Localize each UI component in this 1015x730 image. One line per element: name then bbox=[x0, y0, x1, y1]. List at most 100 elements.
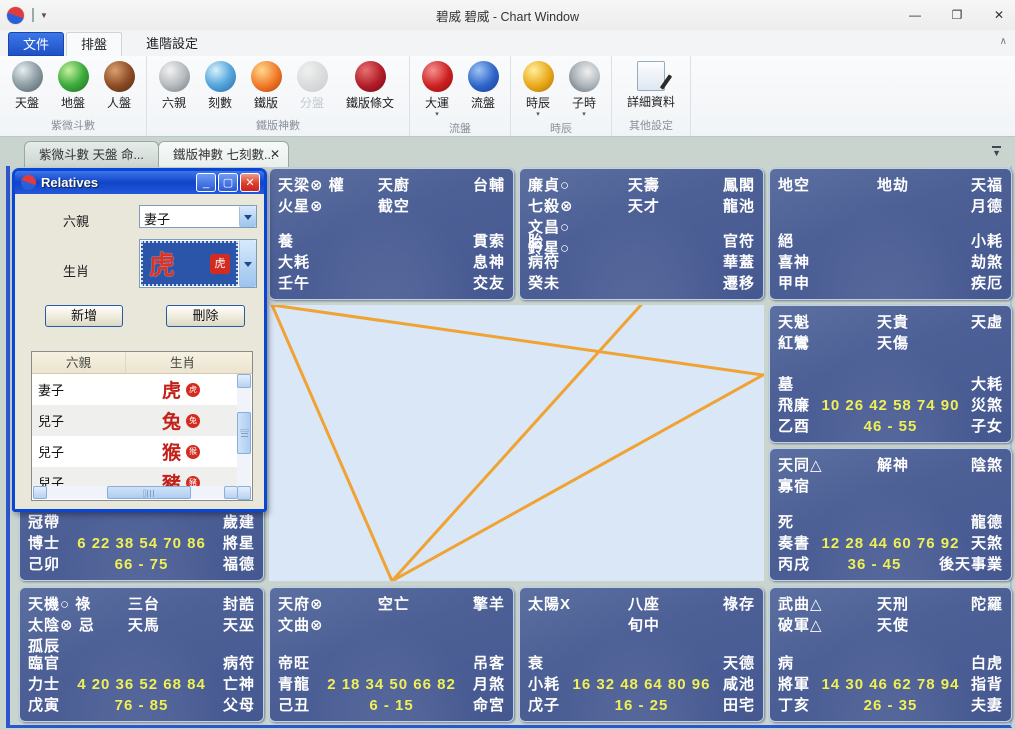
star-name: 地空 bbox=[778, 175, 877, 196]
foot-right-text: 咸池 bbox=[723, 674, 755, 695]
star-name: 龍池 bbox=[691, 196, 755, 217]
tab-paipan[interactable]: 排盤 bbox=[66, 32, 122, 56]
tab-list-dropdown-icon[interactable]: ▼ bbox=[992, 146, 1001, 157]
aspect-lines bbox=[269, 305, 764, 581]
ribbon-collapse-icon[interactable]: ∧ bbox=[1000, 36, 1007, 47]
palace-cell-wuyin[interactable]: 天機○ 祿太陰⊗ 忌孤辰三台天馬封誥天巫臨官病符力士4 20 36 52 68 … bbox=[19, 587, 264, 722]
shengxiao-combo-arrow-icon[interactable] bbox=[239, 240, 256, 287]
tianpan-button[interactable]: 天盤 bbox=[4, 58, 50, 115]
table-row[interactable]: 兒子 豬豬 bbox=[32, 467, 239, 487]
star-name: 天機○ 祿 bbox=[28, 594, 128, 615]
star-name: 截空 bbox=[378, 196, 442, 217]
palace-cell-jichou[interactable]: 天府⊗文曲⊗空亡擎羊帝旺吊客青龍2 18 34 50 66 82月煞己丑6 - … bbox=[269, 587, 514, 722]
shichen-sphere-icon bbox=[523, 61, 554, 92]
shichen-button[interactable]: 時辰 ▾ bbox=[515, 58, 561, 118]
doc-tab-ziwei[interactable]: 紫微斗數 天盤 命... bbox=[24, 141, 159, 167]
star-name: 三台 bbox=[128, 594, 192, 615]
group-other: 詳細資料 其他設定 bbox=[612, 56, 691, 136]
close-button[interactable]: ✕ bbox=[989, 8, 1009, 22]
foot-left-text: 博士 bbox=[28, 533, 60, 554]
star-name: 天貴 bbox=[877, 312, 940, 333]
window-title: 碧威 碧威 - Chart Window bbox=[0, 6, 1015, 25]
dayun-dropdown-icon[interactable]: ▾ bbox=[435, 111, 439, 118]
shengxiao-combobox[interactable]: 虎 虎 bbox=[139, 239, 257, 288]
tieban-button[interactable]: 鐵版 bbox=[243, 58, 289, 115]
zodiac-image: 猴 bbox=[162, 438, 181, 465]
horizontal-scroll-thumb[interactable] bbox=[107, 486, 191, 499]
foot-right-text: 天德 bbox=[723, 653, 755, 674]
keshu-button[interactable]: 刻數 bbox=[197, 58, 243, 115]
dayun-sphere-icon bbox=[422, 61, 453, 92]
foot-left-text: 己丑 bbox=[278, 695, 310, 716]
foot-left-text: 乙酉 bbox=[778, 416, 810, 437]
foot-left-text: 大耗 bbox=[278, 252, 310, 273]
palace-cell-yiyou[interactable]: 天魁紅鸞天貴天傷天虛墓大耗飛廉10 26 42 58 74 90災煞乙酉46 -… bbox=[769, 305, 1012, 443]
dialog-minimize-button[interactable]: _ bbox=[196, 173, 216, 192]
tieban-tiaowen-sphere-icon bbox=[355, 61, 386, 92]
doc-tab-close-icon[interactable]: ✕ bbox=[270, 147, 280, 161]
liupan-button[interactable]: 流盤 bbox=[460, 58, 506, 118]
age-numbers bbox=[310, 273, 473, 294]
shichen-dropdown-icon[interactable]: ▾ bbox=[536, 111, 540, 118]
foot-right-text: 龍德 bbox=[971, 512, 1003, 533]
age-numbers: 12 28 44 60 76 92 bbox=[810, 533, 971, 554]
foot-right-text: 命宮 bbox=[473, 695, 505, 716]
group-liupan: 大運 ▾ 流盤 流盤 bbox=[410, 56, 511, 136]
liuqin-combobox[interactable]: 妻子 bbox=[139, 205, 257, 228]
scroll-up-icon[interactable] bbox=[237, 374, 251, 388]
palace-cell-bingxu[interactable]: 天同△寡宿解神陰煞死龍德奏書12 28 44 60 76 92天煞丙戌36 - … bbox=[769, 448, 1012, 581]
dialog-title-bar[interactable]: Relatives _ ▢ ✕ bbox=[15, 171, 264, 194]
star-name: 天虛 bbox=[940, 312, 1003, 333]
table-row[interactable]: 妻子 虎虎 bbox=[32, 374, 239, 405]
details-button[interactable]: 詳細資料 bbox=[616, 58, 686, 115]
foot-right-text: 貫索 bbox=[473, 231, 505, 252]
scroll-left-icon[interactable] bbox=[33, 486, 47, 499]
palace-cell-renwu[interactable]: 天梁⊗ 權火星⊗天廚截空台輔養貫索大耗息神壬午交友 bbox=[269, 168, 514, 300]
horizontal-scrollbar[interactable] bbox=[33, 486, 238, 499]
palace-cell-dinghai[interactable]: 武曲△破軍△天刑天使陀羅病白虎將軍14 30 46 62 78 94指背丁亥26… bbox=[769, 587, 1012, 722]
palace-cell-wuzi[interactable]: 太陽X八座旬中祿存衰天德小耗16 32 48 64 80 96咸池戊子16 - … bbox=[519, 587, 764, 722]
age-numbers: 6 22 38 54 70 86 bbox=[60, 533, 223, 554]
age-numbers: 16 - 25 bbox=[560, 695, 723, 716]
palace-cell-jiashen[interactable]: 地空地劫天福月德絕小耗喜神劫煞甲申疾厄 bbox=[769, 168, 1012, 300]
star-name: 天梁⊗ 權 bbox=[278, 175, 378, 196]
palace-cell-guiwei[interactable]: 廉貞○七殺⊗文昌○鈴星○天壽天才鳳閣龍池胎官符病符華蓋癸未遷移 bbox=[519, 168, 764, 300]
foot-left-text: 飛廉 bbox=[778, 395, 810, 416]
age-numbers: 6 - 15 bbox=[310, 695, 473, 716]
restore-button[interactable]: ❐ bbox=[947, 8, 967, 22]
dipan-sphere-icon bbox=[58, 61, 89, 92]
table-row[interactable]: 兒子 猴猴 bbox=[32, 436, 239, 467]
add-button[interactable]: 新增 bbox=[45, 305, 123, 327]
tab-advanced-settings[interactable]: 進階設定 bbox=[132, 32, 212, 56]
zishi-dropdown-icon[interactable]: ▾ bbox=[582, 111, 586, 118]
liuqin-button[interactable]: 六親 bbox=[151, 58, 197, 115]
foot-right-text: 子女 bbox=[971, 416, 1003, 437]
age-numbers bbox=[294, 231, 473, 252]
renpan-button[interactable]: 人盤 bbox=[96, 58, 142, 115]
liuqin-combo-arrow-icon[interactable] bbox=[239, 206, 256, 227]
scroll-right-icon[interactable] bbox=[224, 486, 238, 499]
table-body: 妻子 虎虎 兒子 兔兔 兒子 猴猴 兒子 豬豬 bbox=[32, 374, 239, 487]
foot-left-text: 丙戌 bbox=[778, 554, 810, 575]
dialog-close-button[interactable]: ✕ bbox=[240, 173, 260, 192]
star-name: 文曲⊗ bbox=[278, 615, 378, 636]
tieban-tiaowen-button[interactable]: 鐵版條文 bbox=[335, 58, 405, 115]
dayun-button[interactable]: 大運 ▾ bbox=[414, 58, 460, 118]
zodiac-image: 兔 bbox=[162, 407, 181, 434]
dialog-maximize-button[interactable]: ▢ bbox=[218, 173, 238, 192]
delete-button[interactable]: 刪除 bbox=[166, 305, 245, 327]
vertical-scroll-thumb[interactable] bbox=[237, 412, 251, 454]
file-menu-button[interactable]: 文件 bbox=[8, 32, 64, 56]
foot-left-text: 青龍 bbox=[278, 674, 310, 695]
scroll-down-icon[interactable] bbox=[237, 486, 251, 500]
star-name: 破軍△ bbox=[778, 615, 877, 636]
foot-left-text: 奏書 bbox=[778, 533, 810, 554]
dipan-button[interactable]: 地盤 bbox=[50, 58, 96, 115]
star-name: 天壽 bbox=[628, 175, 692, 196]
table-row[interactable]: 兒子 兔兔 bbox=[32, 405, 239, 436]
zishi-button[interactable]: 子時 ▾ bbox=[561, 58, 607, 118]
vertical-scrollbar[interactable] bbox=[237, 374, 251, 500]
star-name: 天廚 bbox=[378, 175, 442, 196]
minimize-button[interactable]: — bbox=[905, 8, 925, 22]
foot-right-text: 病符 bbox=[223, 653, 255, 674]
